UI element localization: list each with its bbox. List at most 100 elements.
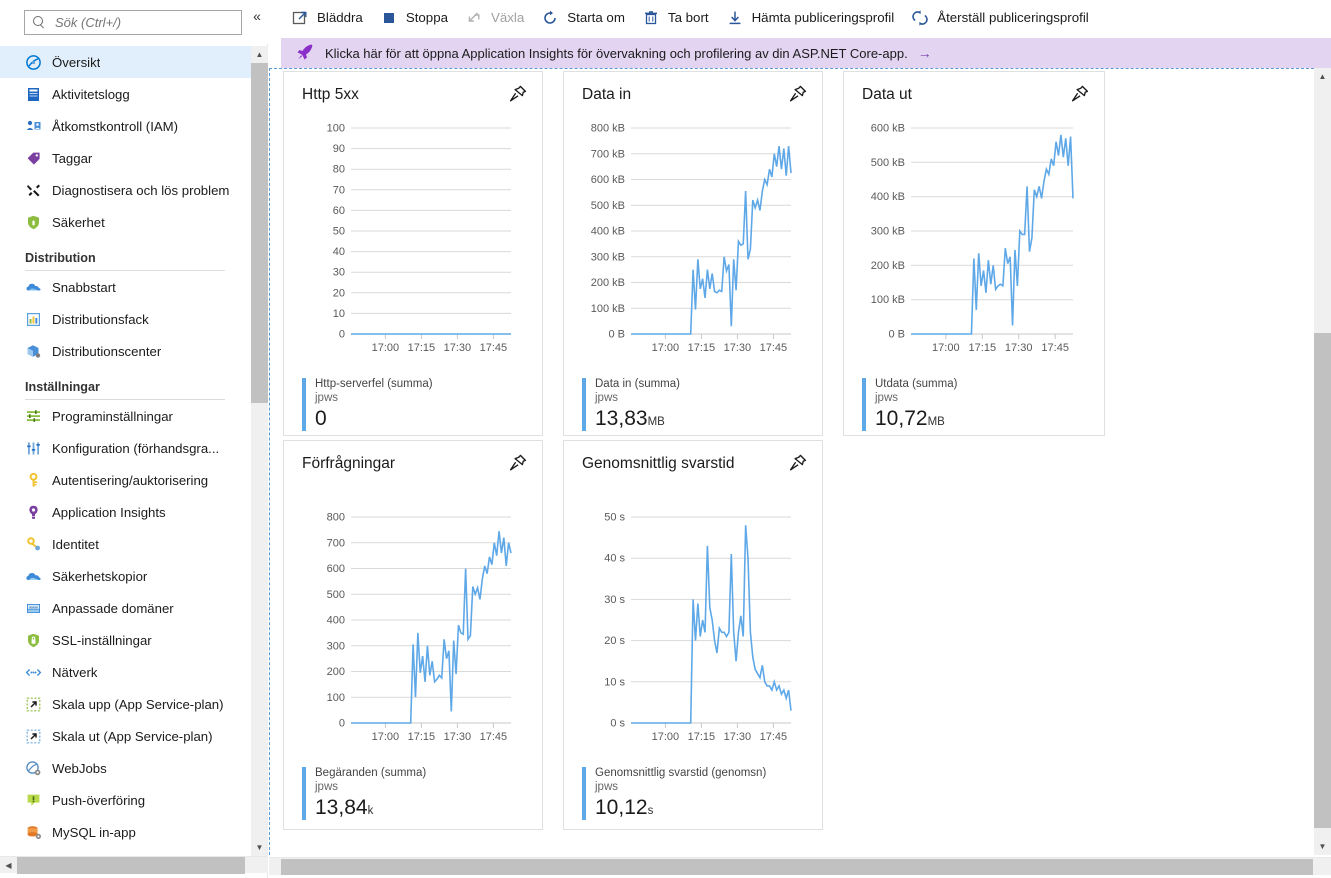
reset-refresh-icon xyxy=(911,9,929,27)
pin-icon[interactable] xyxy=(1070,84,1090,104)
sidebar-item-push-överföring[interactable]: Push-överföring xyxy=(0,784,251,816)
scroll-down-arrow-icon[interactable]: ▼ xyxy=(251,839,268,856)
svg-text:100 kB: 100 kB xyxy=(591,303,625,315)
pin-icon[interactable] xyxy=(508,84,528,104)
sidebar-item-label: Aktivitetslogg xyxy=(52,86,130,102)
deployment-center-icon xyxy=(25,343,42,360)
sidebar-scroll-thumb[interactable] xyxy=(251,63,268,403)
quickstart-cloud-icon xyxy=(25,279,42,296)
sidebar-item-översikt[interactable]: Översikt xyxy=(0,46,251,78)
legend-color-swatch xyxy=(302,378,306,431)
sidebar-item-programinställningar[interactable]: Programinställningar xyxy=(0,400,251,432)
restart-icon xyxy=(541,9,559,27)
tile-title: Förfrågningar xyxy=(302,455,396,472)
main-scroll-thumb[interactable] xyxy=(1314,333,1331,828)
sidebar-item-diagnostisera-och-lös-problem[interactable]: Diagnostisera och lös problem xyxy=(0,174,251,206)
toolbar-ta-bort-button[interactable]: Ta bort xyxy=(636,3,720,33)
svg-text:500 kB: 500 kB xyxy=(871,157,905,169)
legend-metric-name: Genomsnittlig svarstid (genomsn) xyxy=(595,767,767,779)
svg-text:100: 100 xyxy=(327,123,345,135)
svg-text:17:15: 17:15 xyxy=(408,342,436,354)
sidebar-item-label: MySQL in-app xyxy=(52,824,136,840)
sidebar-vertical-scrollbar[interactable]: ▲ ▼ xyxy=(251,46,268,856)
identity-key-icon xyxy=(25,536,42,553)
sidebar-item-webjobs[interactable]: WebJobs xyxy=(0,752,251,784)
main-vertical-scrollbar[interactable]: ▲ ▼ xyxy=(1314,68,1331,855)
sidebar-horizontal-scrollbar[interactable]: ◀ xyxy=(0,856,268,874)
sidebar-item-konfiguration-förhandsgra[interactable]: Konfiguration (förhandsgra... xyxy=(0,432,251,464)
metric-tile: Förfrågningar 0 100 200 300 400 500 600 700 800 17… xyxy=(283,440,543,830)
sidebar-item-säkerhetskopior[interactable]: Säkerhetskopior xyxy=(0,560,251,592)
sidebar-section-title: Distribution xyxy=(25,251,96,265)
scroll-left-arrow-icon[interactable]: ◀ xyxy=(0,857,17,874)
main-horizontal-scrollbar[interactable] xyxy=(269,857,1331,875)
search-input[interactable] xyxy=(53,14,233,31)
sidebar-item-label: Identitet xyxy=(52,536,99,552)
sidebar-item-anpassade-domäner[interactable]: www Anpassade domäner xyxy=(0,592,251,624)
collapse-sidebar-button[interactable]: « xyxy=(248,7,266,25)
sidebar-item-label: Distributionsfack xyxy=(52,311,149,327)
sidebar-item-identitet[interactable]: Identitet xyxy=(0,528,251,560)
chart-legend: Data in (summa) jpws 13,83MB xyxy=(582,378,680,431)
sidebar-item-snabbstart[interactable]: Snabbstart xyxy=(0,271,251,303)
sidebar-item-skala-upp-app-service-plan[interactable]: Skala upp (App Service-plan) xyxy=(0,688,251,720)
pin-icon[interactable] xyxy=(508,453,528,473)
svg-text:17:45: 17:45 xyxy=(1041,342,1069,354)
sidebar-item-distributionscenter[interactable]: Distributionscenter xyxy=(0,335,251,367)
legend-metric-name: Http-serverfel (summa) xyxy=(315,378,433,390)
sidebar-item-skala-ut-app-service-plan[interactable]: Skala ut (App Service-plan) xyxy=(0,720,251,752)
sidebar-item-nätverk[interactable]: Nätverk xyxy=(0,656,251,688)
toolbar-bläddra-button[interactable]: Bläddra xyxy=(285,3,374,33)
sidebar-item-ssl-inställningar[interactable]: SSL-inställningar xyxy=(0,624,251,656)
sidebar-search-row: « xyxy=(0,0,268,44)
metric-value: 10,12 xyxy=(595,796,648,819)
search-box[interactable] xyxy=(24,10,242,35)
legend-metric-name: Data in (summa) xyxy=(595,378,680,390)
main-scroll-up-arrow-icon[interactable]: ▲ xyxy=(1314,68,1331,85)
toolbar-återställ-publiceringsprofil-button[interactable]: Återställ publiceringsprofil xyxy=(905,3,1100,33)
svg-text:200 kB: 200 kB xyxy=(591,277,625,289)
pin-icon[interactable] xyxy=(788,453,808,473)
toolbar-hämta-publiceringsprofil-button[interactable]: Hämta publiceringsprofil xyxy=(720,3,906,33)
pin-icon[interactable] xyxy=(788,84,808,104)
toolbar-starta-om-button[interactable]: Starta om xyxy=(535,3,636,33)
svg-text:0: 0 xyxy=(339,329,345,341)
toolbar-stoppa-button[interactable]: Stoppa xyxy=(374,3,459,33)
legend-resource-name: jpws xyxy=(595,392,619,404)
tile-title: Data in xyxy=(582,86,632,103)
svg-text:600: 600 xyxy=(327,563,345,575)
sidebar-hscroll-thumb[interactable] xyxy=(17,857,245,874)
sidebar-item-mysql-in-app[interactable]: MySQL in-app xyxy=(0,816,251,848)
mysql-icon xyxy=(25,824,42,841)
app-insights-banner[interactable]: Klicka här för att öppna Application Ins… xyxy=(281,38,1331,68)
main-hscroll-thumb[interactable] xyxy=(281,859,1313,875)
scroll-up-arrow-icon[interactable]: ▲ xyxy=(251,46,268,63)
toolbar-button-label: Starta om xyxy=(567,10,625,25)
sidebar-item-taggar[interactable]: Taggar xyxy=(0,142,251,174)
toolbar-button-label: Bläddra xyxy=(317,10,363,25)
svg-text:600 kB: 600 kB xyxy=(871,123,905,135)
tag-icon xyxy=(25,150,42,167)
sidebar-item-autentisering-auktorisering[interactable]: Autentisering/auktorisering xyxy=(0,464,251,496)
sidebar-item-label: Application Insights xyxy=(52,504,166,520)
diagnose-icon xyxy=(25,182,42,199)
backup-cloud-icon xyxy=(25,568,42,585)
sidebar-item-säkerhet[interactable]: Säkerhet xyxy=(0,206,251,238)
main-scroll-down-arrow-icon[interactable]: ▼ xyxy=(1314,838,1331,855)
sidebar-item-label: Säkerhet xyxy=(52,214,105,230)
tile-title: Genomsnittlig svarstid xyxy=(582,455,735,472)
metric-value: 0 xyxy=(315,407,327,430)
sidebar-item-distributionsfack[interactable]: Distributionsfack xyxy=(0,303,251,335)
tile-title: Data ut xyxy=(862,86,912,103)
sidebar-item-åtkomstkontroll-iam[interactable]: Åtkomstkontroll (IAM) xyxy=(0,110,251,142)
svg-text:www: www xyxy=(29,604,38,609)
sidebar-item-application-insights[interactable]: Application Insights xyxy=(0,496,251,528)
svg-text:700: 700 xyxy=(327,537,345,549)
azure-portal-overview-page: « Översikt Aktivitetslogg Åtkomstkontroll … xyxy=(0,0,1331,878)
metric-tile: Http 5xx 0 10 20 30 40 50 60 70 80 90 100 17:00 17:15… xyxy=(283,71,543,436)
tile-title: Http 5xx xyxy=(302,86,359,103)
legend-resource-name: jpws xyxy=(595,781,619,793)
sidebar-item-aktivitetslogg[interactable]: Aktivitetslogg xyxy=(0,78,251,110)
svg-text:0 B: 0 B xyxy=(608,329,625,341)
search-icon xyxy=(33,16,46,29)
